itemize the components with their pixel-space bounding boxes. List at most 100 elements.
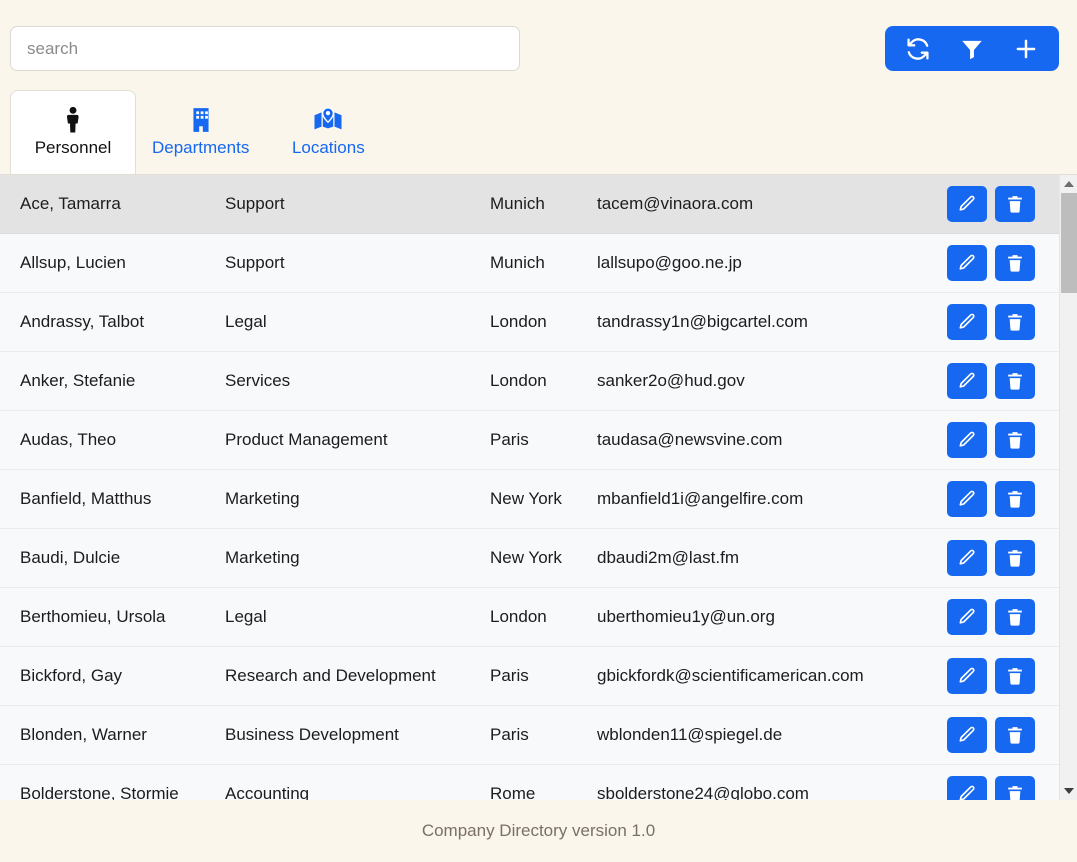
chevron-down-icon [1064, 788, 1074, 794]
tab-personnel-label: Personnel [34, 138, 112, 157]
cell-department: Legal [225, 312, 267, 331]
edit-row-button[interactable] [947, 363, 987, 399]
toolbar-actions [885, 26, 1059, 71]
cell-name: Anker, Stefanie [20, 371, 136, 390]
trash-icon [1005, 312, 1025, 332]
edit-row-button[interactable] [947, 186, 987, 222]
filter-button[interactable] [945, 26, 999, 71]
cell-name: Andrassy, Talbot [20, 312, 145, 331]
trash-icon [1005, 725, 1025, 745]
pencil-icon [957, 194, 977, 214]
table-row[interactable]: Berthomieu, Ursola Legal London uberthomieu… [0, 588, 1059, 647]
table-row[interactable]: Allsup, Lucien Support Munich lallsupo@goo.… [0, 234, 1059, 293]
cell-email: gbickfordk@scientificamerican.com [597, 666, 864, 685]
delete-row-button[interactable] [995, 481, 1035, 517]
delete-row-button[interactable] [995, 599, 1035, 635]
edit-row-button[interactable] [947, 658, 987, 694]
edit-row-button[interactable] [947, 599, 987, 635]
tab-locations[interactable]: Locations [265, 90, 391, 174]
edit-row-button[interactable] [947, 422, 987, 458]
cell-email: dbaudi2m@last.fm [597, 548, 739, 567]
cell-actions [947, 186, 1055, 222]
cell-email: uberthomieu1y@un.org [597, 607, 775, 626]
cell-location: London [490, 312, 547, 331]
delete-row-button[interactable] [995, 245, 1035, 281]
table-row[interactable]: Anker, Stefanie Services London sanker2o@hu… [0, 352, 1059, 411]
scrollbar-thumb[interactable] [1061, 193, 1077, 293]
cell-actions [947, 599, 1055, 635]
cell-department: Product Management [225, 430, 388, 449]
delete-row-button[interactable] [995, 658, 1035, 694]
top-bar [0, 0, 1077, 88]
cell-actions [947, 776, 1055, 800]
table-row[interactable]: Baudi, Dulcie Marketing New York dbaudi2m@l… [0, 529, 1059, 588]
delete-row-button[interactable] [995, 717, 1035, 753]
table-row[interactable]: Audas, Theo Product Management Paris taudas… [0, 411, 1059, 470]
trash-icon [1005, 430, 1025, 450]
vertical-scrollbar[interactable] [1059, 175, 1077, 800]
personnel-table: Ace, Tamarra Support Munich tacem@vinaora.c… [0, 174, 1077, 800]
delete-row-button[interactable] [995, 304, 1035, 340]
cell-location: London [490, 371, 547, 390]
cell-email: taudasa@newsvine.com [597, 430, 783, 449]
cell-actions [947, 304, 1055, 340]
cell-name: Blonden, Warner [20, 725, 147, 744]
cell-location: Paris [490, 430, 529, 449]
table-row[interactable]: Banfield, Matthus Marketing New York mbanfi… [0, 470, 1059, 529]
pencil-icon [957, 725, 977, 745]
trash-icon [1005, 489, 1025, 509]
edit-row-button[interactable] [947, 245, 987, 281]
cell-email: tandrassy1n@bigcartel.com [597, 312, 808, 331]
filter-icon [959, 36, 985, 62]
refresh-icon [905, 36, 931, 62]
delete-row-button[interactable] [995, 186, 1035, 222]
table-row[interactable]: Andrassy, Talbot Legal London tandrassy1n@b… [0, 293, 1059, 352]
delete-row-button[interactable] [995, 776, 1035, 800]
map-pin-icon [313, 105, 343, 135]
cell-name: Berthomieu, Ursola [20, 607, 166, 626]
cell-name: Bolderstone, Stormie [20, 784, 179, 800]
cell-department: Marketing [225, 548, 300, 567]
trash-icon [1005, 548, 1025, 568]
trash-icon [1005, 371, 1025, 391]
cell-location: Paris [490, 725, 529, 744]
cell-department: Services [225, 371, 291, 390]
cell-actions [947, 717, 1055, 753]
cell-email: wblonden11@spiegel.de [597, 725, 783, 744]
cell-email: lallsupo@goo.ne.jp [597, 253, 742, 272]
delete-row-button[interactable] [995, 540, 1035, 576]
cell-department: Marketing [225, 489, 300, 508]
tab-personnel[interactable]: Personnel [10, 90, 136, 174]
cell-email: sanker2o@hud.gov [597, 371, 745, 390]
plus-icon [1013, 36, 1039, 62]
edit-row-button[interactable] [947, 717, 987, 753]
add-button[interactable] [999, 26, 1053, 71]
edit-row-button[interactable] [947, 540, 987, 576]
building-icon [188, 105, 214, 135]
table-row[interactable]: Bickford, Gay Research and Development Par… [0, 647, 1059, 706]
pencil-icon [957, 666, 977, 686]
table-row[interactable]: Ace, Tamarra Support Munich tacem@vinaora.c… [0, 175, 1059, 234]
table-row[interactable]: Bolderstone, Stormie Accounting Rome sbolde… [0, 765, 1059, 800]
edit-row-button[interactable] [947, 481, 987, 517]
refresh-button[interactable] [891, 26, 945, 71]
cell-actions [947, 422, 1055, 458]
search-input[interactable] [10, 26, 520, 71]
cell-location: Munich [490, 194, 545, 213]
trash-icon [1005, 784, 1025, 800]
delete-row-button[interactable] [995, 422, 1035, 458]
tab-departments-label: Departments [152, 137, 250, 157]
cell-location: London [490, 607, 547, 626]
scroll-up-button[interactable] [1059, 175, 1077, 193]
edit-row-button[interactable] [947, 776, 987, 800]
scroll-down-button[interactable] [1060, 782, 1077, 800]
cell-department: Legal [225, 607, 267, 626]
tab-departments[interactable]: Departments [136, 90, 265, 174]
cell-department: Accounting [225, 784, 310, 800]
table-row[interactable]: Blonden, Warner Business Development Paris… [0, 706, 1059, 765]
delete-row-button[interactable] [995, 363, 1035, 399]
cell-location: New York [490, 489, 562, 508]
cell-name: Baudi, Dulcie [20, 548, 121, 567]
cell-actions [947, 245, 1055, 281]
edit-row-button[interactable] [947, 304, 987, 340]
